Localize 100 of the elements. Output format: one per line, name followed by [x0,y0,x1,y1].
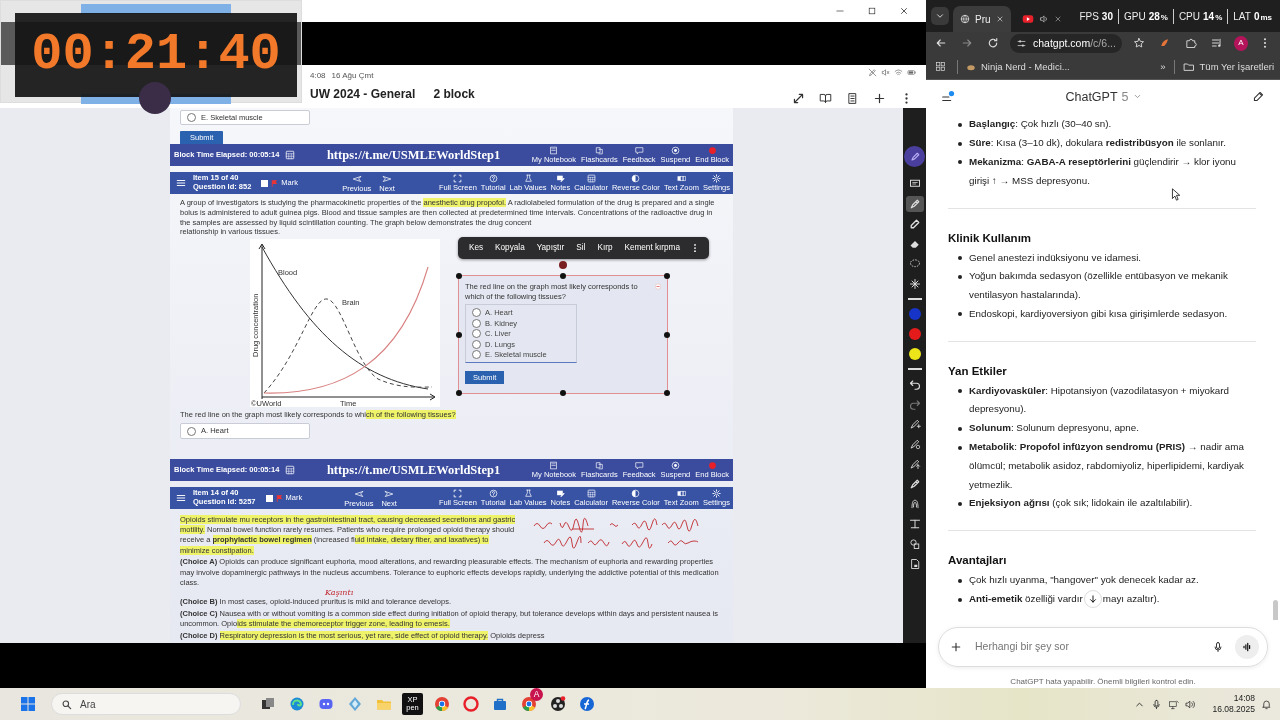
resize-handle[interactable] [456,273,462,280]
close-icon[interactable] [995,15,1004,23]
pen-ring-icon [908,438,921,450]
list-item-text: Kardiyovasküler: Hipotansiyon (vazodilatasyon + miyokard depresyonu). [969,383,1231,417]
cursor-icon [1170,188,1183,202]
network-icon[interactable] [1168,698,1180,710]
resize-handle[interactable] [560,390,566,396]
clock-time[interactable]: 14:08 [1233,693,1255,704]
text-tool-icon [908,518,921,530]
all-bookmarks-button[interactable]: Tüm Yer İşaretleri [1182,59,1274,74]
contrast-icon [631,489,641,499]
bullet-dot [958,578,962,583]
watermark-url: https://t.me/USMLEWorldStep1 [326,461,501,479]
feedback-icon [634,146,644,156]
address-bar[interactable]: chatgpt.com/c/6... [1010,33,1122,53]
menu-item[interactable]: Yapıştır [531,240,570,257]
settings-icon [711,174,721,184]
notification-icon[interactable] [1261,698,1272,710]
resize-handle[interactable] [456,390,462,396]
voice-mode-button[interactable] [1235,635,1259,660]
pen-toggle-button[interactable] [904,146,925,167]
left-arrow-icon [351,173,362,184]
volume-icon[interactable] [1185,698,1197,710]
taskbar-search[interactable]: Ara [51,693,241,715]
stat-value: 14 [1203,9,1215,24]
list-item-text: Yoğun bakımda sedasyon (özellikle entübasyon ve mekanik ventilasyon hastalarında). [969,269,1229,303]
undo-icon [908,378,921,390]
bullet-dot [958,274,962,279]
settings-icon [711,489,721,499]
page-title: UW 2024 - General [310,86,416,103]
bullet-dot [958,597,962,602]
tool-button[interactable] [905,196,924,212]
notes-icon [846,92,859,105]
color-swatch[interactable] [908,308,921,320]
section-heading: Klinik Kullanım [948,230,1033,246]
notes-icon [555,489,565,499]
stat-label: LAT [1233,9,1251,24]
ring-browser-icon [462,696,479,712]
list-item-text: Metabolik: Propofol infüzyon sendromu (PRIS) → nadir ama ölümcül; metabolik asidoz, rabdomiyoliz, hiperlipidemi, kardiyak yetmezlik. [969,440,1245,492]
stat-value: 30 [1101,9,1113,24]
sparkle-icon [908,278,921,290]
flask-icon [523,174,533,184]
flag-icon [270,178,280,188]
recorder-icon [549,696,566,712]
menu-item[interactable]: Kement kırpma [619,240,685,257]
contrast-icon [631,174,641,184]
radio-button[interactable] [187,113,196,123]
tab-list-button[interactable] [931,7,949,25]
resize-handle[interactable] [456,331,462,338]
calculator-icon [586,174,596,184]
color-swatch[interactable] [908,348,921,360]
sidebar-icon [941,89,955,104]
help-icon [488,174,498,184]
bullet-dot [958,160,962,165]
color-swatch[interactable] [908,328,921,340]
stat-unit: % [1215,11,1223,24]
mark-checkbox[interactable] [261,179,269,187]
menu-item[interactable]: Kes [464,240,489,257]
bullet-dot [958,389,962,394]
bookmark-link[interactable]: Ninja Nerd - Medici... [966,59,1070,74]
expand-icon [792,92,805,105]
resize-handle[interactable] [664,331,670,338]
scroll-down-button[interactable] [1083,590,1102,609]
overlay-handle[interactable] [81,4,231,14]
model-selector[interactable]: ChatGPT 5 [1059,86,1148,108]
resize-handle[interactable] [664,273,670,280]
close-icon[interactable] [1053,15,1062,23]
extensions-icon [1184,37,1197,50]
list-item-text: Enjeksiyon ağrısı (çok sık; lidokain ile azaltılabilir). [969,496,1194,511]
taskbar-app[interactable]: A [514,688,543,720]
bullet-dot [958,256,962,260]
timer-digits: 00:21:40 [31,29,281,81]
notebook-icon [549,146,559,156]
right-arrow-icon [384,488,395,499]
menu-item[interactable]: Kopyala [490,240,530,257]
list-item-text: Anti-emetik özelliği vardır [969,592,1083,607]
rotate-handle[interactable] [559,261,567,270]
more-bookmarks-button[interactable]: » [1160,59,1166,74]
message-input[interactable]: Herhangi bir şey sor [973,638,1201,657]
menu-item[interactable]: Kırp [592,240,618,257]
star-icon [1132,37,1145,50]
fullscreen-icon [453,174,463,184]
menu-icon [176,493,186,503]
resize-handle[interactable] [664,390,670,396]
radio-button[interactable] [187,426,196,436]
clock-date[interactable]: 16.08.2025 [1212,704,1255,715]
microphone-icon[interactable] [1151,698,1163,710]
bullet-dot [958,426,962,431]
mark-checkbox[interactable] [265,494,273,502]
wifi-icon [894,68,903,77]
marker-icon [908,198,921,210]
browser-icon [433,696,450,712]
close-icon [899,6,909,16]
search-icon [61,698,72,710]
profile-button[interactable]: A [1233,35,1248,51]
stat-value: 28 [1148,9,1160,24]
browser-tab[interactable]: Pru [953,6,1011,32]
resize-handle[interactable] [560,273,566,280]
gem-app-icon [346,696,363,712]
menu-item[interactable]: Sil [571,240,591,257]
